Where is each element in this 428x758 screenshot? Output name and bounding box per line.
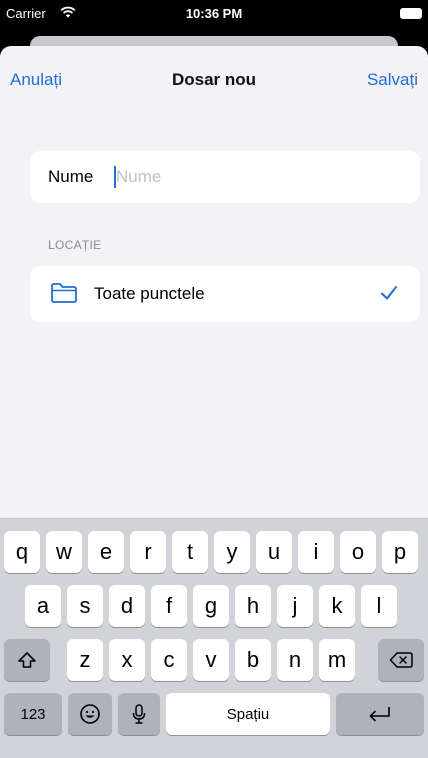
key-r[interactable]: r — [130, 531, 166, 573]
location-row-all-points[interactable]: Toate punctele — [30, 266, 420, 322]
key-s[interactable]: s — [67, 585, 103, 627]
key-n[interactable]: n — [277, 639, 313, 681]
key-v[interactable]: v — [193, 639, 229, 681]
name-input[interactable] — [116, 163, 406, 191]
key-p[interactable]: p — [382, 531, 418, 573]
key-c[interactable]: c — [151, 639, 187, 681]
key-i[interactable]: i — [298, 531, 334, 573]
dictation-key[interactable] — [118, 693, 160, 735]
space-key[interactable]: Spațiu — [166, 693, 330, 735]
navigation-bar: Anulați Dosar nou Salvați — [0, 46, 428, 116]
key-q[interactable]: q — [4, 531, 40, 573]
name-field-row: Nume — [30, 151, 420, 203]
delete-key[interactable] — [378, 639, 424, 681]
emoji-key[interactable] — [68, 693, 112, 735]
key-d[interactable]: d — [109, 585, 145, 627]
shift-key[interactable] — [4, 639, 50, 681]
key-e[interactable]: e — [88, 531, 124, 573]
key-y[interactable]: y — [214, 531, 250, 573]
status-bar: Carrier 10:36 PM — [0, 0, 428, 30]
key-j[interactable]: j — [277, 585, 313, 627]
key-t[interactable]: t — [172, 531, 208, 573]
page-title: Dosar nou — [171, 70, 257, 89]
microphone-icon — [132, 704, 146, 724]
battery-icon — [400, 8, 422, 19]
key-x[interactable]: x — [109, 639, 145, 681]
return-key[interactable] — [336, 693, 424, 735]
key-o[interactable]: o — [340, 531, 376, 573]
emoji-icon — [80, 704, 100, 724]
location-section-header: LOCAȚIE — [48, 238, 102, 252]
clock: 10:36 PM — [185, 6, 243, 21]
key-z[interactable]: z — [67, 639, 103, 681]
name-label: Nume — [48, 167, 94, 186]
save-button[interactable]: Salvați — [367, 70, 418, 90]
key-u[interactable]: u — [256, 531, 292, 573]
key-a[interactable]: a — [25, 585, 61, 627]
key-l[interactable]: l — [361, 585, 397, 627]
key-g[interactable]: g — [193, 585, 229, 627]
key-k[interactable]: k — [319, 585, 355, 627]
keyboard: q w e r t y u i o p a s d f g h j k l z … — [0, 518, 428, 758]
key-f[interactable]: f — [151, 585, 187, 627]
return-icon — [369, 707, 390, 722]
checkmark-icon — [381, 286, 397, 300]
key-m[interactable]: m — [319, 639, 355, 681]
location-label: Toate punctele — [94, 284, 205, 303]
key-w[interactable]: w — [46, 531, 82, 573]
key-h[interactable]: h — [235, 585, 271, 627]
numbers-key[interactable]: 123 — [4, 693, 62, 735]
backspace-icon — [389, 652, 413, 668]
folder-icon — [51, 283, 77, 303]
key-b[interactable]: b — [235, 639, 271, 681]
shift-icon — [18, 652, 36, 668]
